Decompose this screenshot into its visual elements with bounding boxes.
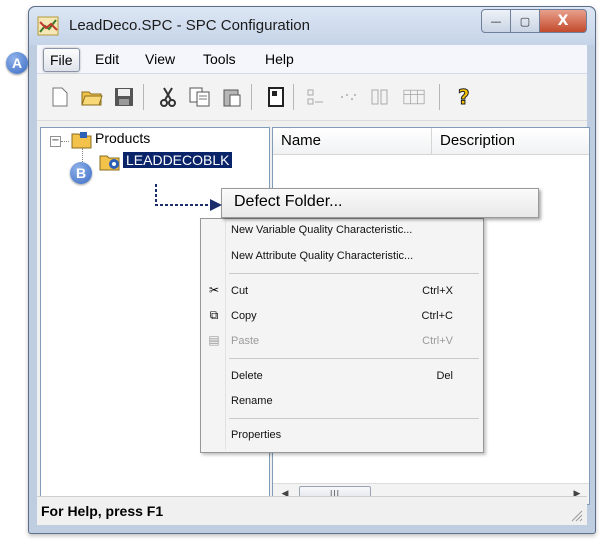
maximize-icon: ▢ [519, 14, 531, 28]
defect-folder-label: Defect Folder... [234, 193, 343, 210]
svg-text:?: ? [458, 86, 470, 108]
product-gear-folder-icon [99, 155, 120, 171]
document-icon[interactable] [265, 86, 287, 108]
products-folder-icon [71, 132, 92, 149]
shortcut-delete: Del [436, 370, 453, 382]
menu-separator [229, 358, 479, 359]
paste-icon: ▤ [208, 333, 220, 347]
menu-item-delete[interactable]: Delete [231, 370, 263, 382]
status-text: For Help, press F1 [41, 503, 164, 519]
window-controls: — ▢ X [481, 9, 587, 33]
column-name[interactable]: Name [273, 128, 432, 154]
menu-help[interactable]: Help [259, 48, 300, 70]
menu-separator [229, 273, 479, 274]
tree-connector [82, 148, 83, 162]
status-bar: For Help, press F1 [37, 496, 587, 525]
menu-separator [229, 418, 479, 419]
toolbar-separator [251, 84, 252, 110]
collapse-expander[interactable]: − [50, 136, 61, 147]
toolbar: ? [37, 74, 587, 121]
grid-icon[interactable] [305, 86, 327, 108]
callout-badge-b: B [70, 162, 92, 184]
new-file-icon[interactable] [49, 86, 71, 108]
shortcut-cut: Ctrl+X [422, 285, 453, 297]
cut-icon: ✂ [208, 283, 220, 297]
app-icon [37, 16, 59, 36]
title-bar[interactable]: LeadDeco.SPC - SPC Configuration — ▢ X [29, 7, 595, 45]
menu-item-new-attribute-qc[interactable]: New Attribute Quality Characteristic... [231, 250, 413, 262]
context-menu: New Variable Quality Characteristic... N… [200, 218, 484, 453]
menu-edit[interactable]: Edit [89, 48, 125, 70]
minimize-button[interactable]: — [481, 9, 511, 33]
column-description[interactable]: Description [432, 128, 589, 154]
toolbar-separator [293, 84, 294, 110]
menu-item-copy[interactable]: Copy [231, 310, 257, 322]
menu-bar: File Edit View Tools Help [37, 45, 587, 74]
menu-tools[interactable]: Tools [197, 48, 242, 70]
resize-grip-icon[interactable] [569, 508, 583, 522]
close-button[interactable]: X [540, 9, 587, 33]
menu-item-defect-folder[interactable]: Defect Folder... [221, 188, 539, 218]
copy-icon[interactable] [189, 86, 211, 108]
maximize-button[interactable]: ▢ [511, 9, 540, 33]
menu-item-paste: Paste [231, 335, 260, 347]
toolbar-separator [439, 84, 440, 110]
dots-icon[interactable] [337, 86, 359, 108]
save-icon[interactable] [113, 86, 135, 108]
tree-connector [61, 141, 69, 142]
menu-item-rename[interactable]: Rename [231, 395, 273, 407]
tree-item-leaddecoblk[interactable]: LEADDECOBLK [123, 152, 233, 168]
context-menu-gutter [225, 221, 226, 450]
toolbar-separator [143, 84, 144, 110]
tree-item-products[interactable]: Products [95, 130, 150, 146]
paste-icon[interactable] [221, 86, 243, 108]
list-header: Name Description [273, 128, 589, 155]
callout-arrow-icon [155, 184, 222, 211]
window-title: LeadDeco.SPC - SPC Configuration [69, 17, 310, 34]
close-icon: X [557, 13, 569, 29]
menu-view[interactable]: View [139, 48, 181, 70]
shortcut-paste: Ctrl+V [422, 335, 453, 347]
cut-icon[interactable] [157, 86, 179, 108]
details-icon[interactable] [403, 86, 425, 108]
copy-icon: ⧉ [209, 308, 219, 322]
columns-icon[interactable] [369, 86, 391, 108]
menu-item-new-variable-qc[interactable]: New Variable Quality Characteristic... [231, 224, 412, 236]
open-folder-icon[interactable] [81, 86, 103, 108]
menu-item-properties[interactable]: Properties [231, 429, 281, 441]
menu-item-cut[interactable]: Cut [231, 285, 248, 297]
callout-badge-a: A [6, 52, 28, 74]
minimize-icon: — [490, 14, 502, 28]
menu-file[interactable]: File [43, 48, 80, 72]
help-icon[interactable]: ? [453, 86, 475, 108]
shortcut-copy: Ctrl+C [421, 310, 453, 322]
